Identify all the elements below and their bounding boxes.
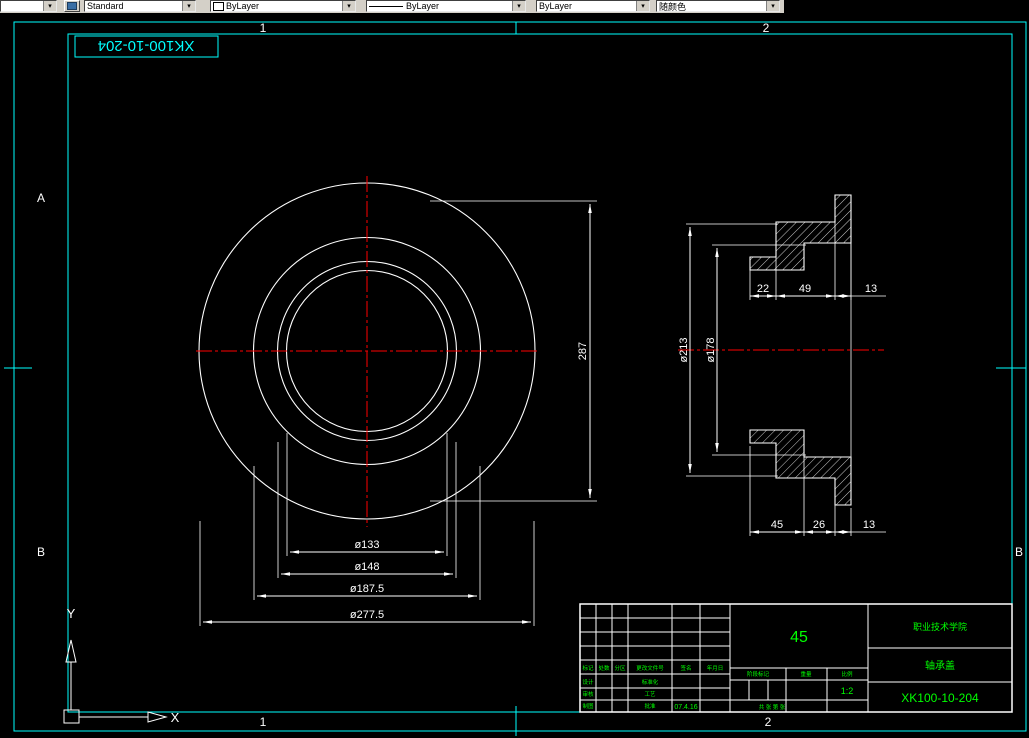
centerlines [196, 176, 540, 527]
zone-labels: 1 2 1 2 A B B [37, 21, 1023, 729]
label-approve: 批准 [644, 702, 656, 710]
dim-d187: ø187.5 [350, 583, 384, 595]
style-manager-button[interactable] [64, 0, 80, 12]
dim-bottom-26: 26 [813, 519, 825, 531]
material-value: 45 [790, 629, 808, 646]
zone-right-b: B [1015, 545, 1023, 559]
label-mark: 标记 [582, 664, 594, 672]
dim-d213: ø213 [678, 337, 690, 362]
label-sign: 签名 [680, 664, 691, 672]
label-sheet: 共 张 第 张 [759, 703, 786, 711]
ucs-y-label: Y [67, 606, 76, 621]
scale-value: 1:2 [841, 686, 854, 696]
chevron-down-icon[interactable]: ▾ [766, 1, 779, 11]
color-swatch-icon [213, 1, 224, 11]
ucs-icon: Y X [63, 606, 180, 725]
color-control-combo[interactable]: ByLayer ▾ [210, 0, 356, 12]
chevron-down-icon[interactable]: ▾ [43, 1, 56, 11]
label-zone: 分区 [614, 664, 626, 672]
zone-left-a: A [37, 191, 45, 205]
text-style-value: Standard [87, 1, 124, 11]
company-name: 职业技术学院 [913, 621, 967, 632]
dim-d148: ø148 [354, 561, 379, 573]
dim-top-22: 22 [757, 283, 769, 295]
label-count: 处数 [598, 664, 610, 672]
corner-drawing-number: XK100-10-204 [98, 37, 195, 54]
label-design: 设计 [582, 678, 594, 686]
zone-top-1: 1 [260, 21, 267, 35]
title-block: 45 职业技术学院 轴承盖 XK100-10-204 1:2 07.4.16 标… [579, 603, 1013, 713]
zone-top-2: 2 [763, 21, 770, 35]
dim-bottom-13: 13 [863, 519, 875, 531]
label-date-col: 年月日 [707, 664, 724, 672]
ucs-x-label: X [171, 710, 180, 725]
label-check: 审核 [582, 690, 594, 698]
linetype-control-combo[interactable]: ByLayer ▾ [366, 0, 526, 12]
drawing-canvas[interactable]: 1 2 1 2 A B B XK100-10-204 ø133 ø148 ø18… [0, 0, 1029, 738]
dim-top-49: 49 [799, 283, 811, 295]
label-scale: 比例 [841, 670, 853, 678]
dim-bottom-45: 45 [771, 519, 783, 531]
dim-d277: ø277.5 [350, 609, 384, 621]
date-value: 07.4.16 [674, 704, 697, 711]
label-process: 工艺 [644, 691, 656, 698]
dim-d178: ø178 [705, 337, 717, 362]
label-stage: 阶段标记 [747, 670, 770, 678]
label-weight: 重量 [800, 670, 812, 678]
dim-top-13: 13 [865, 283, 877, 295]
zone-bottom-2: 2 [765, 715, 772, 729]
chevron-down-icon[interactable]: ▾ [342, 1, 355, 11]
drawing-frame [4, 21, 1027, 736]
lineweight-control-combo[interactable]: ByLayer ▾ [536, 0, 650, 12]
drawing-number: XK100-10-204 [901, 691, 979, 705]
label-standard: 标准化 [642, 678, 659, 686]
top-toolbar: ▾ Standard ▾ ByLayer ▾ ByLayer ▾ ByLayer… [0, 0, 784, 13]
lineweight-control-value: ByLayer [539, 1, 573, 11]
linetype-sample-icon [369, 5, 403, 7]
text-style-combo[interactable]: Standard ▾ [84, 0, 196, 12]
dim-style-combo[interactable]: ▾ [0, 0, 57, 12]
plotstyle-control-value: 随颜色 [659, 1, 687, 12]
style-manager-icon [67, 2, 77, 10]
dim-d133: ø133 [354, 539, 379, 551]
dim-287: 287 [577, 342, 589, 360]
part-name: 轴承盖 [925, 659, 955, 672]
label-doc-no: 更改文件号 [636, 664, 664, 672]
label-draw: 制图 [582, 702, 594, 710]
front-view: ø133 ø148 ø187.5 ø277.5 287 [196, 176, 597, 626]
chevron-down-icon[interactable]: ▾ [512, 1, 525, 11]
zone-left-b: B [37, 545, 45, 559]
linetype-control-value: ByLayer [406, 1, 440, 11]
plotstyle-control-combo[interactable]: 随颜色 ▾ [656, 0, 780, 12]
chevron-down-icon[interactable]: ▾ [182, 1, 195, 11]
color-control-value: ByLayer [226, 1, 260, 11]
section-view: ø213 ø178 22 49 13 45 26 13 [678, 194, 886, 536]
zone-bottom-1: 1 [260, 715, 267, 729]
chevron-down-icon[interactable]: ▾ [636, 1, 649, 11]
